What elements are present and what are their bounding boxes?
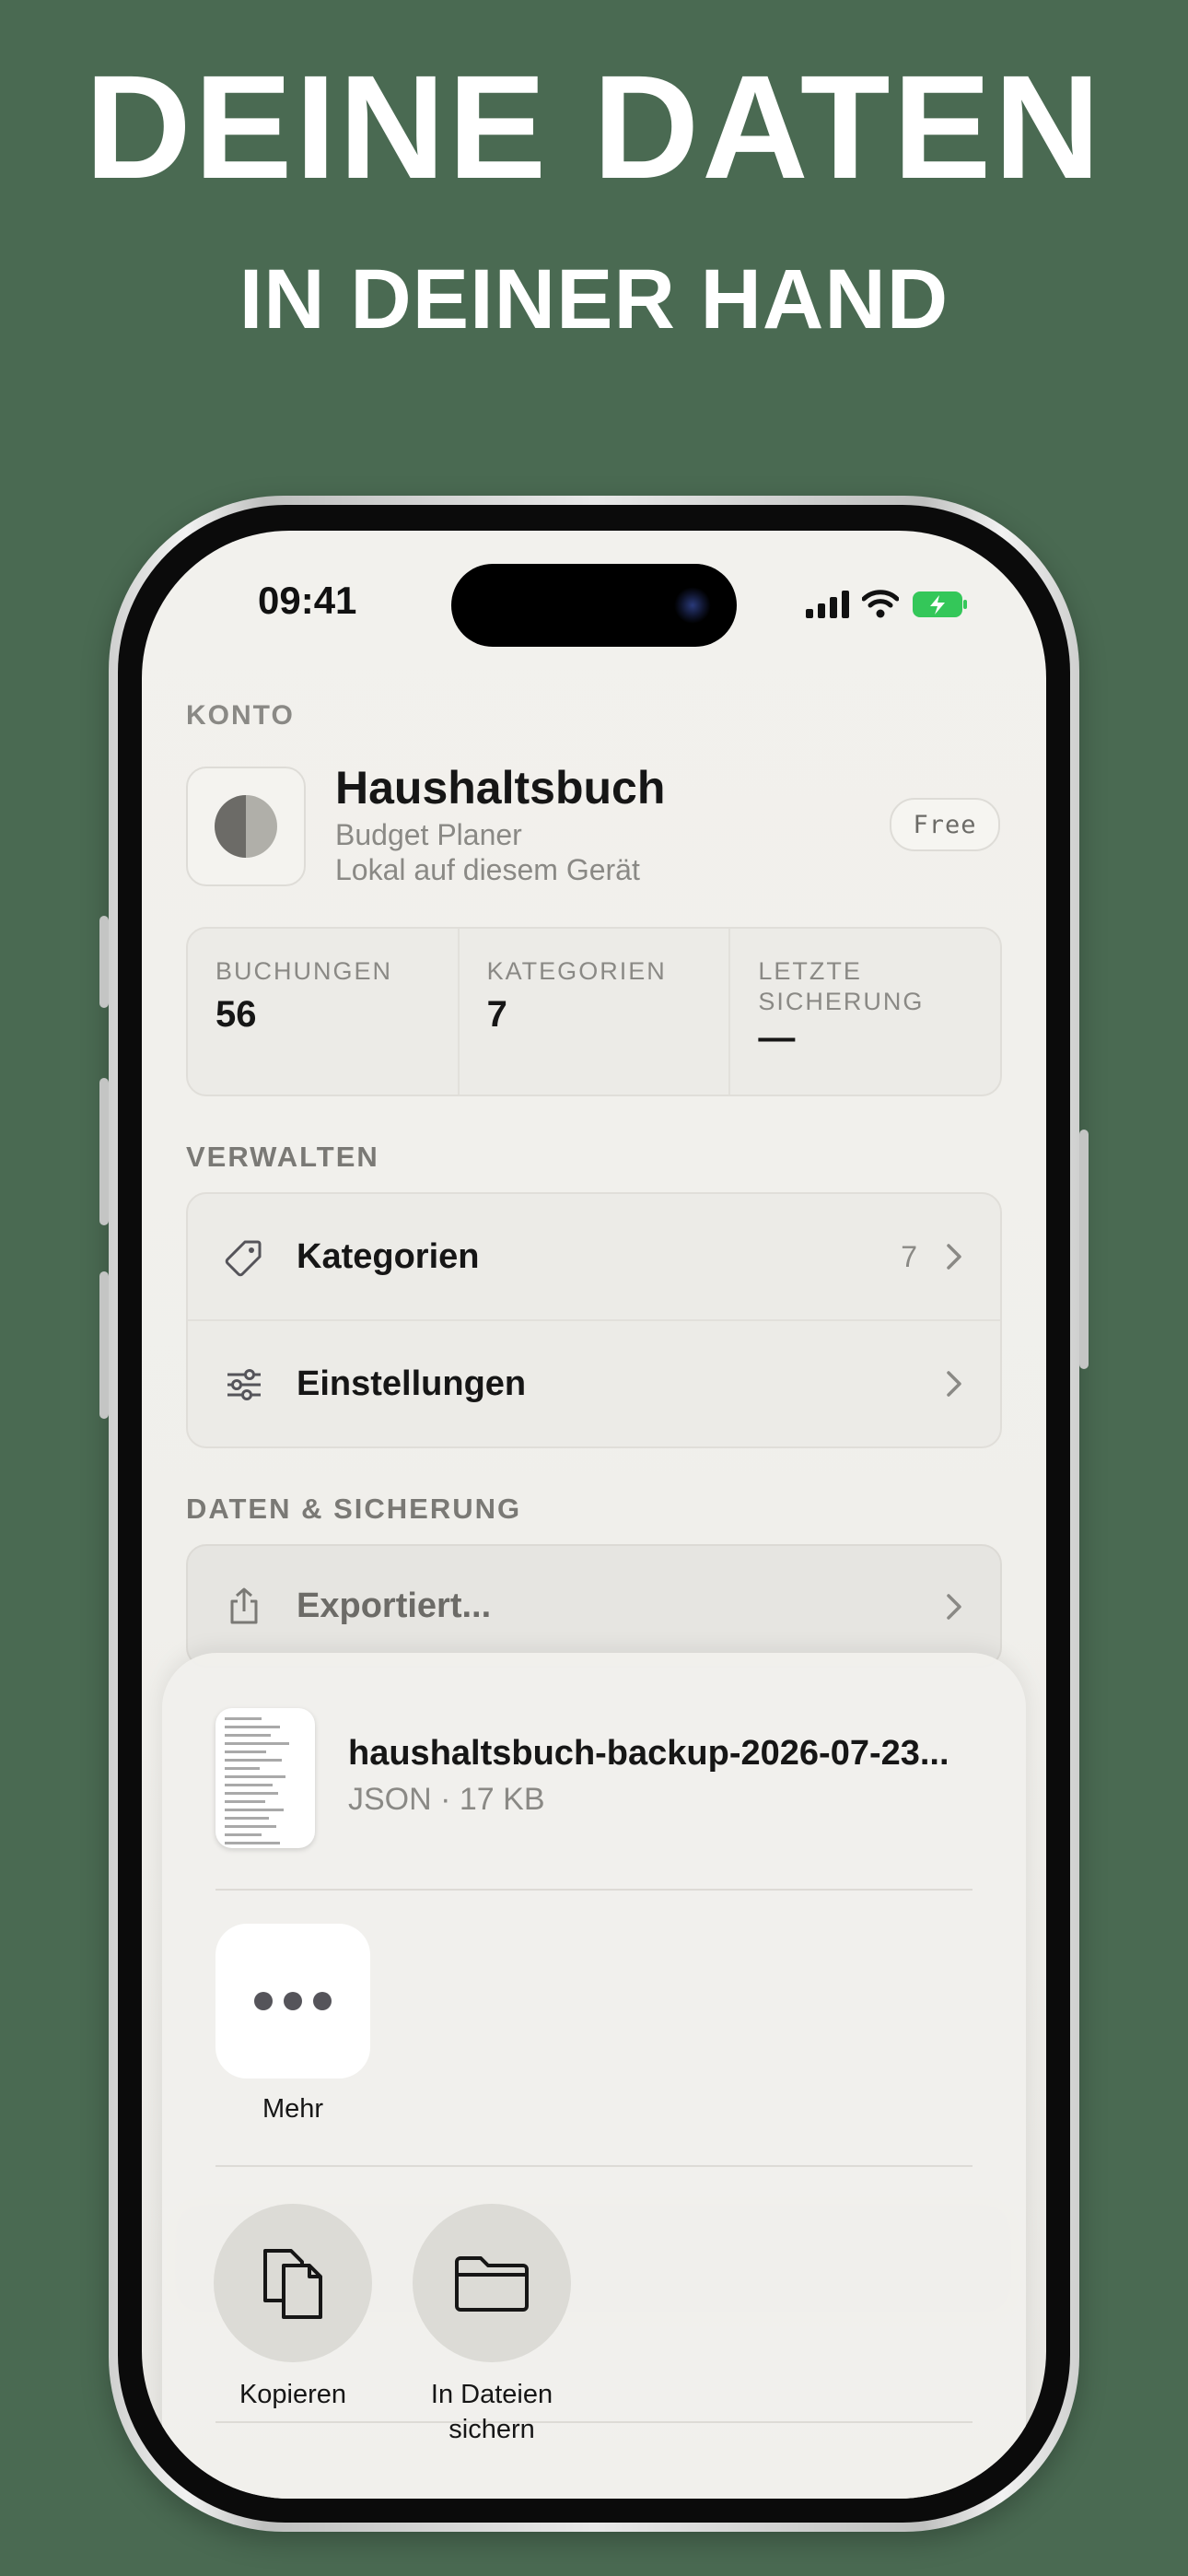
row-label: Kategorien — [297, 1236, 480, 1276]
sliders-icon — [227, 1369, 261, 1400]
stat-label: KATEGORIEN — [486, 957, 667, 985]
stat-value: 7 — [486, 994, 507, 1035]
volume-down-button — [99, 1271, 109, 1419]
save-to-files-label-line1: In Dateien — [430, 2380, 553, 2409]
stats-card: BUCHUNGEN 56 KATEGORIEN 7 LETZTE SICHERU… — [186, 927, 1002, 1096]
account-storage-info: Lokal auf diesem Gerät — [335, 853, 640, 886]
file-name: haushaltsbuch-backup-2026-07-23... — [348, 1734, 949, 1773]
more-button[interactable] — [215, 1924, 370, 2078]
power-button — [1079, 1130, 1089, 1369]
copy-icon — [263, 2249, 322, 2319]
share-icon — [230, 1587, 258, 1624]
ellipsis-icon — [254, 1992, 273, 2010]
save-to-files-label-line2: sichern — [448, 2415, 535, 2444]
copy-label: Kopieren — [239, 2380, 347, 2409]
row-label: Einstellungen — [297, 1364, 527, 1403]
wifi-icon — [862, 590, 899, 618]
account-app-name: Haushaltsbuch — [335, 762, 666, 814]
action-button — [99, 916, 109, 1008]
stat-value: 56 — [215, 994, 257, 1035]
stat-last-backup: LETZTE SICHERUNG — — [730, 929, 1000, 1095]
headline-title: DEINE DATEN — [85, 44, 1103, 209]
tag-icon — [225, 1240, 262, 1277]
account-subtitle: Budget Planer — [335, 818, 522, 851]
section-label-manage: VERWALTEN — [186, 1141, 379, 1173]
status-icons — [806, 586, 969, 623]
save-to-files-label: In Dateien sichern — [383, 2377, 600, 2447]
stat-bookings: BUCHUNGEN 56 — [188, 929, 460, 1095]
categories-count: 7 — [901, 1239, 917, 1273]
status-time: 09:41 — [258, 579, 357, 622]
cellular-signal-icon — [806, 591, 849, 618]
divider — [215, 2165, 973, 2167]
plan-badge[interactable]: Free — [890, 798, 1000, 851]
row-export[interactable]: Exportiert... — [186, 1544, 1002, 1668]
ellipsis-dot — [313, 1992, 332, 2010]
dynamic-island — [451, 564, 737, 647]
stat-label: LETZTE SICHERUNG — [758, 957, 925, 1015]
row-settings[interactable]: Einstellungen — [188, 1319, 1000, 1446]
file-thumbnail — [215, 1708, 315, 1848]
half-circle-icon — [215, 795, 277, 858]
row-categories[interactable]: Kategorien 7 — [188, 1194, 1000, 1319]
stat-label: BUCHUNGEN — [215, 957, 393, 985]
file-meta: JSON · 17 KB — [348, 1782, 545, 1817]
section-label-account: KONTO — [186, 700, 295, 731]
folder-icon — [455, 2256, 529, 2312]
battery-charging-icon — [913, 591, 967, 617]
ellipsis-dot — [284, 1992, 302, 2010]
chevron-right-icon — [947, 1594, 961, 1620]
phone-screen: 09:41 KONTO Haushaltsbuch Budget Planer … — [142, 531, 1046, 2499]
section-label-data-backup: DATEN & SICHERUNG — [186, 1493, 522, 1525]
save-to-files-button[interactable] — [413, 2204, 571, 2362]
stat-categories: KATEGORIEN 7 — [460, 929, 731, 1095]
manage-card: Kategorien 7 Einstellungen — [186, 1192, 1002, 1448]
chevron-right-icon — [947, 1371, 961, 1397]
copy-button[interactable] — [214, 2204, 372, 2362]
stat-value: — — [758, 1017, 796, 1058]
share-sheet: haushaltsbuch-backup-2026-07-23... JSON … — [162, 1653, 1026, 2499]
volume-up-button — [99, 1078, 109, 1225]
more-label: Mehr — [262, 2094, 324, 2124]
divider — [215, 1889, 973, 1891]
row-label: Exportiert... — [297, 1587, 492, 1625]
app-logo — [186, 767, 306, 886]
chevron-right-icon — [947, 1244, 961, 1270]
camera-icon — [674, 587, 711, 624]
headline-subtitle: IN DEINER HAND — [239, 252, 949, 346]
